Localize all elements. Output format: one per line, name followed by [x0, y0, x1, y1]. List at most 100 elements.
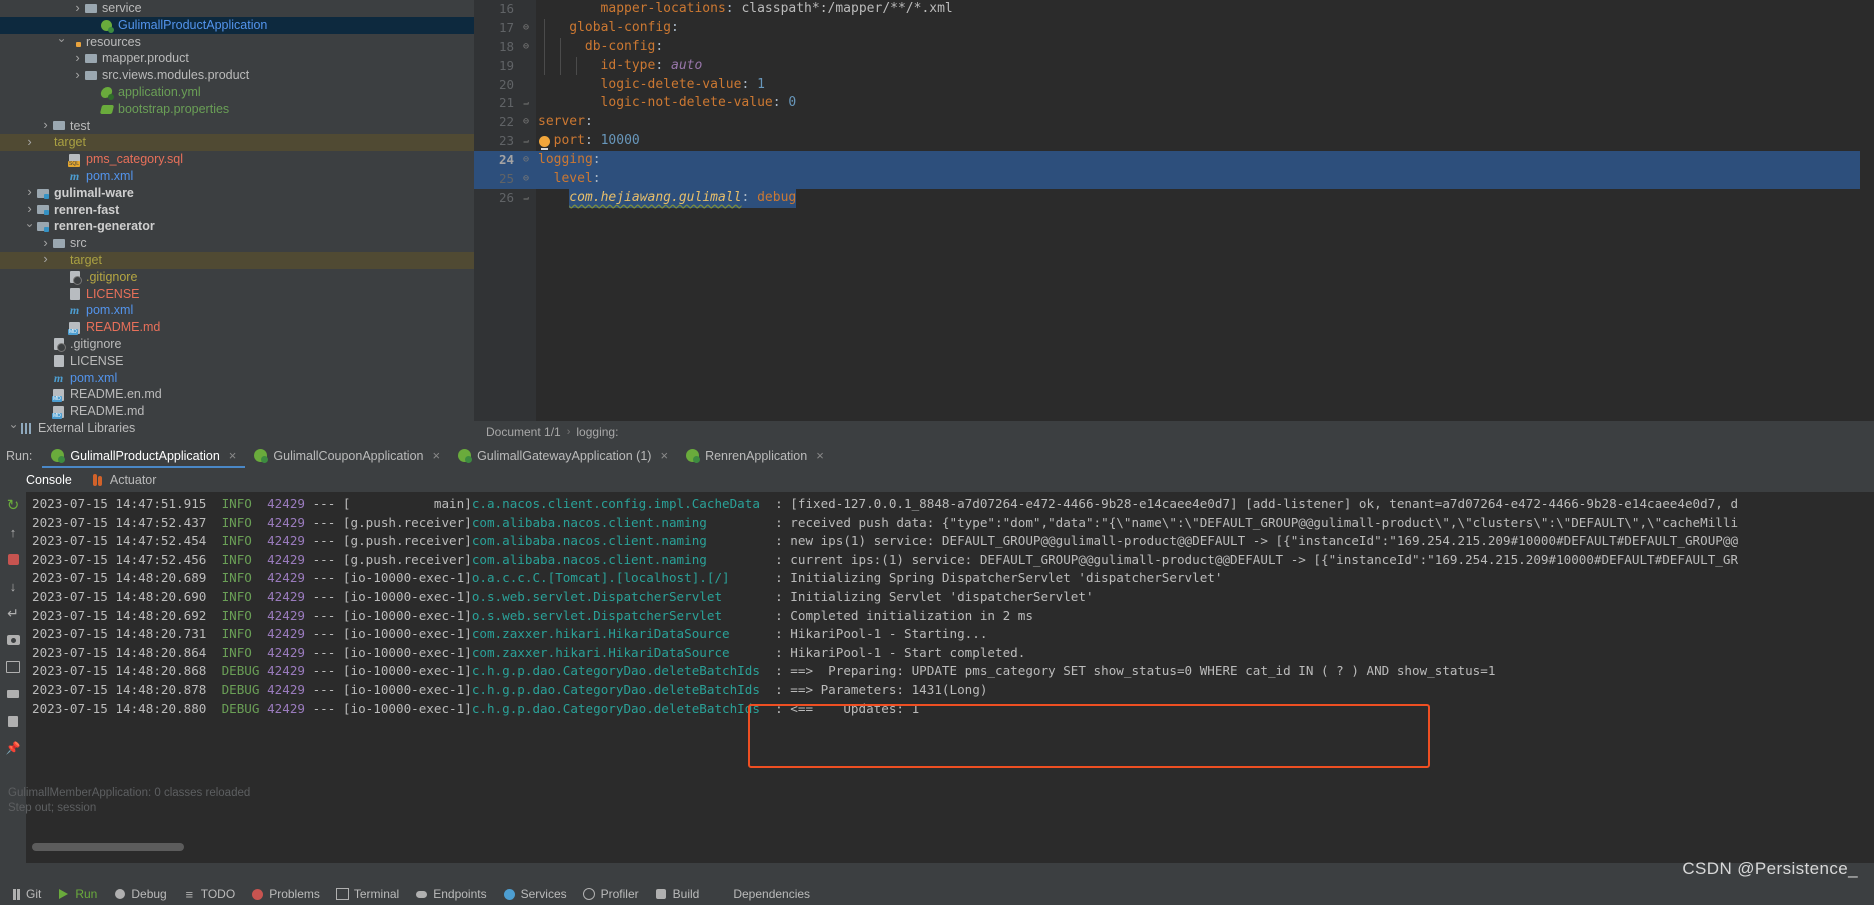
chevron-right-icon[interactable] [40, 235, 51, 253]
fold-collapse-icon[interactable]: ⊖ [520, 113, 532, 132]
fold-end-icon[interactable]: ⨼ [520, 189, 532, 208]
scroll-up-icon[interactable]: ↑ [4, 523, 22, 541]
tree-item-readme-md[interactable]: README.md [0, 403, 474, 420]
code-line-23[interactable]: 23 ⨼ port: 10000 [474, 132, 1874, 151]
fold-end-icon[interactable]: ⨼ [520, 94, 532, 113]
breadcrumb[interactable]: Document 1/1 › logging: [474, 421, 1874, 443]
tree-item-target[interactable]: target [0, 134, 474, 152]
close-icon[interactable]: × [229, 448, 237, 463]
scrollbar-thumb[interactable] [32, 843, 184, 851]
run-tab-gulimallgatewayapplication-1-[interactable]: GulimallGatewayApplication (1) × [449, 443, 677, 468]
chevron-right-icon[interactable] [40, 251, 51, 269]
code-line-20[interactable]: 20 logic-delete-value: 1 [474, 76, 1874, 95]
code-line-17[interactable]: 17 ⊖ global-config: [474, 19, 1874, 38]
chevron-right-icon[interactable] [24, 134, 35, 152]
console-output[interactable]: 2023-07-15 14:47:51.915 INFO 42429 --- [… [26, 492, 1874, 863]
tree-item-bootstrap-properties[interactable]: bootstrap.properties [0, 101, 474, 118]
code-line-21[interactable]: 21 ⨼ logic-not-delete-value: 0 [474, 94, 1874, 113]
tree-item-pom-xml[interactable]: m pom.xml [0, 168, 474, 185]
code-line-24[interactable]: 24 ⊖ logging: [474, 151, 1874, 171]
tree-item-external-libraries[interactable]: External Libraries [0, 420, 474, 437]
status-item-services[interactable]: Services [503, 887, 567, 901]
code-text[interactable]: mapper-locations: classpath*:/mapper/**/… [601, 0, 953, 19]
tree-item-resources[interactable]: resources [0, 34, 474, 51]
subtab-actuator[interactable]: Actuator [92, 473, 156, 487]
soft-wrap-icon[interactable] [4, 604, 22, 622]
console-horizontal-scrollbar[interactable] [32, 843, 1282, 851]
project-tool-window[interactable]: service GulimallProductApplication resourc… [0, 0, 474, 443]
code-text[interactable]: logic-delete-value: 1 [601, 76, 765, 95]
editor-scrollbar[interactable] [1860, 0, 1874, 421]
close-icon[interactable]: × [432, 448, 440, 463]
code-area[interactable]: 16 mapper-locations: classpath*:/mapper/*… [474, 0, 1874, 421]
status-item-build[interactable]: Build [655, 887, 700, 901]
chevron-right-icon[interactable] [72, 50, 83, 68]
status-item-endpoints[interactable]: Endpoints [415, 887, 486, 901]
tree-item-pms-category-sql[interactable]: pms_category.sql [0, 151, 474, 168]
close-icon[interactable]: × [816, 448, 824, 463]
tree-item--gitignore[interactable]: .gitignore [0, 336, 474, 353]
editor-pane[interactable]: 16 mapper-locations: classpath*:/mapper/*… [474, 0, 1874, 443]
tree-item-src[interactable]: src [0, 235, 474, 252]
code-text[interactable]: level: [554, 170, 601, 189]
tree-item-renren-fast[interactable]: renren-fast [0, 202, 474, 219]
status-item-debug[interactable]: Debug [113, 887, 166, 901]
code-text[interactable]: com.hejiawang.gulimall: debug [569, 188, 797, 208]
tree-item-src-views-modules-product[interactable]: src.views.modules.product [0, 67, 474, 84]
tree-item-service[interactable]: service [0, 0, 474, 17]
tree-item-gulimallproductapplication[interactable]: GulimallProductApplication [0, 16, 474, 34]
print-icon[interactable] [4, 685, 22, 703]
layout-icon[interactable] [4, 658, 22, 676]
tree-item-license[interactable]: LICENSE [0, 353, 474, 370]
stop-icon[interactable] [4, 550, 22, 568]
code-text[interactable]: global-config: [569, 19, 679, 38]
status-item-dependencies[interactable]: Dependencies [715, 887, 810, 901]
code-line-19[interactable]: 19 id-type: auto [474, 57, 1874, 76]
pin-icon[interactable] [4, 739, 22, 757]
tree-item-readme-en-md[interactable]: README.en.md [0, 386, 474, 403]
chevron-right-icon[interactable] [24, 184, 35, 202]
tree-item-license[interactable]: LICENSE [0, 286, 474, 303]
chevron-right-icon[interactable] [40, 117, 51, 135]
code-text[interactable]: db-config: [585, 38, 663, 57]
tree-item-pom-xml[interactable]: m pom.xml [0, 370, 474, 387]
clear-all-icon[interactable] [4, 712, 22, 730]
status-item-profiler[interactable]: Profiler [583, 887, 639, 901]
code-line-22[interactable]: 22 ⊖ server: [474, 113, 1874, 132]
code-text[interactable]: id-type: auto [601, 57, 703, 76]
tree-item-readme-md[interactable]: README.md [0, 319, 474, 336]
chevron-right-icon[interactable] [72, 67, 83, 85]
code-line-16[interactable]: 16 mapper-locations: classpath*:/mapper/*… [474, 0, 1874, 19]
fold-collapse-icon[interactable]: ⊖ [520, 38, 532, 57]
code-text[interactable]: logic-not-delete-value: 0 [601, 94, 797, 113]
rerun-icon[interactable]: ↻ [4, 496, 22, 514]
status-item-terminal[interactable]: Terminal [336, 887, 399, 901]
tree-item-gulimall-ware[interactable]: gulimall-ware [0, 185, 474, 202]
run-tab-gulimallproductapplication[interactable]: GulimallProductApplication × [42, 443, 246, 468]
status-item-problems[interactable]: Problems [251, 887, 320, 901]
code-line-26[interactable]: 26 ⨼ com.hejiawang.gulimall: debug [474, 188, 1874, 208]
screenshot-icon[interactable] [4, 631, 22, 649]
tree-item-mapper-product[interactable]: mapper.product [0, 50, 474, 67]
status-item-git[interactable]: Git [8, 887, 41, 901]
tree-item-target[interactable]: target [0, 251, 474, 269]
tree-item--gitignore[interactable]: .gitignore [0, 269, 474, 286]
code-text[interactable]: port: 10000 [538, 132, 640, 151]
fold-collapse-icon[interactable]: ⊖ [520, 19, 532, 38]
subtab-console[interactable]: Console [26, 473, 72, 487]
chevron-down-icon[interactable] [8, 419, 19, 437]
run-tab-renrenapplication[interactable]: RenrenApplication × [677, 443, 833, 468]
fold-collapse-icon[interactable]: ⊖ [520, 170, 532, 189]
chevron-down-icon[interactable] [56, 33, 67, 51]
tree-item-application-yml[interactable]: application.yml [0, 84, 474, 101]
code-text[interactable]: logging: [538, 151, 601, 170]
chevron-right-icon[interactable] [72, 0, 83, 17]
tree-item-pom-xml[interactable]: m pom.xml [0, 302, 474, 319]
run-tab-gulimallcouponapplication[interactable]: GulimallCouponApplication × [245, 443, 449, 468]
fold-collapse-icon[interactable]: ⊖ [520, 151, 532, 170]
breadcrumb-node[interactable]: logging: [576, 425, 618, 439]
scroll-down-icon[interactable]: ↓ [4, 577, 22, 595]
close-icon[interactable]: × [660, 448, 668, 463]
fold-end-icon[interactable]: ⨼ [520, 132, 532, 151]
chevron-down-icon[interactable] [24, 218, 35, 236]
